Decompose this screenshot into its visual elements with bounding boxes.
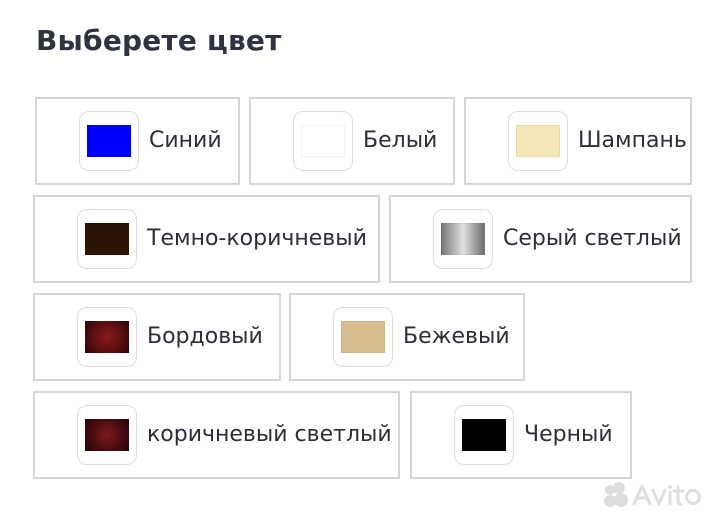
swatch-frame	[333, 307, 393, 367]
page-title: Выберете цвет	[36, 24, 282, 57]
color-swatch-black	[462, 419, 506, 451]
color-option-beige[interactable]: Бежевый	[289, 293, 525, 381]
avito-logo-icon	[604, 482, 701, 507]
swatch-frame	[433, 209, 493, 269]
color-swatch-beige	[341, 321, 385, 353]
color-option-champagne[interactable]: Шампань	[464, 97, 692, 185]
color-option-white[interactable]: Белый	[249, 97, 455, 185]
color-swatch-light-grey	[441, 223, 485, 255]
color-label: Шампань	[578, 128, 687, 153]
color-swatch-light-brown	[85, 419, 129, 451]
color-option-dark-brown[interactable]: Темно-коричневый	[33, 195, 380, 283]
color-label: Бордовый	[147, 324, 263, 349]
color-option-light-brown[interactable]: коричневый светлый	[33, 391, 400, 479]
color-option-bordo[interactable]: Бордовый	[33, 293, 281, 381]
color-label: Белый	[363, 128, 438, 153]
color-swatch-blue	[87, 125, 131, 157]
swatch-frame	[293, 111, 353, 171]
color-label: Синий	[149, 128, 222, 153]
swatch-frame	[77, 209, 137, 269]
color-label: Бежевый	[403, 324, 510, 349]
swatch-frame	[454, 405, 514, 465]
color-label: Серый светлый	[503, 226, 682, 251]
color-label: Черный	[524, 422, 613, 447]
color-swatch-champagne	[516, 125, 560, 157]
color-swatch-bordo	[85, 321, 129, 353]
color-option-light-grey[interactable]: Серый светлый	[389, 195, 692, 283]
color-label: коричневый светлый	[147, 422, 392, 447]
swatch-frame	[79, 111, 139, 171]
color-swatch-dark-brown	[85, 223, 129, 255]
color-swatch-white	[301, 125, 345, 157]
swatch-frame	[77, 307, 137, 367]
color-option-blue[interactable]: Синий	[35, 97, 240, 185]
color-label: Темно-коричневый	[147, 226, 367, 251]
swatch-frame	[77, 405, 137, 465]
swatch-frame	[508, 111, 568, 171]
color-option-black[interactable]: Черный	[410, 391, 632, 479]
